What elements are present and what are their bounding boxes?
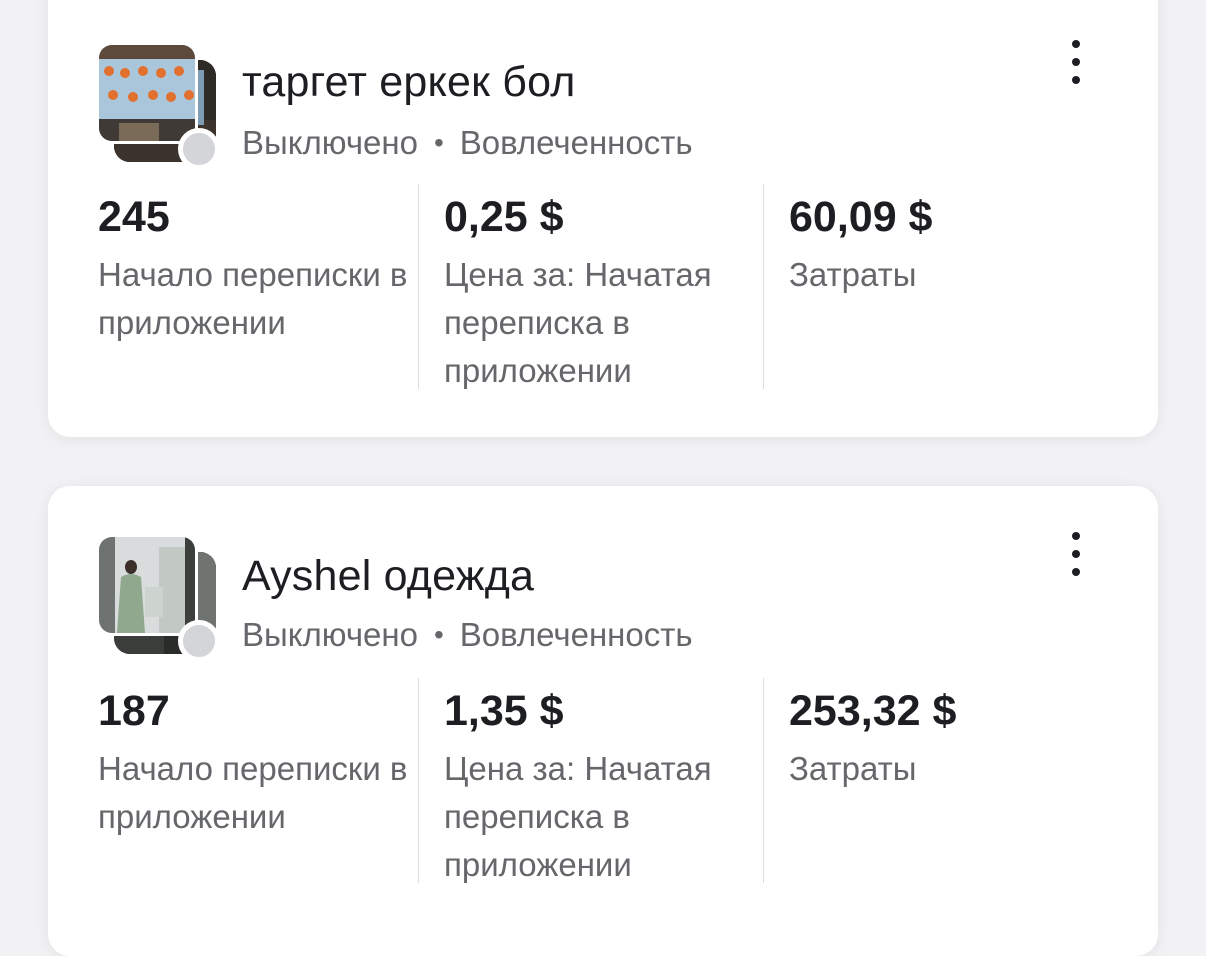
metrics-row: 187 Начало переписки в приложении 1,35 $… [48, 678, 1158, 888]
campaign-card[interactable]: таргет еркек бол Выключено • Вовлеченность… [48, 0, 1158, 437]
campaign-image [96, 42, 198, 144]
campaign-title[interactable]: таргет еркек бол [242, 58, 576, 107]
campaign-status: Выключено [242, 616, 418, 653]
metrics-row: 245 Начало переписки в приложении 0,25 $… [48, 184, 1158, 394]
campaign-card[interactable]: Ayshel одежда Выключено • Вовлеченность 18… [48, 486, 1158, 956]
metric-value: 187 [98, 687, 170, 735]
campaign-objective: Вовлеченность [459, 124, 693, 161]
more-vertical-icon[interactable] [1064, 40, 1088, 84]
separator-dot: • [433, 619, 444, 650]
metric-spend: 253,32 $ Затраты [763, 678, 1109, 883]
campaign-image [96, 534, 198, 636]
metric-value: 245 [98, 193, 170, 241]
metric-cost-per-result: 1,35 $ Цена за: Начатая переписка в прил… [418, 678, 764, 883]
metric-label: Цена за: Начатая переписка в приложении [444, 256, 712, 389]
campaign-objective: Вовлеченность [459, 616, 693, 653]
metric-label: Начало переписки в приложении [98, 256, 408, 341]
metric-label: Начало переписки в приложении [98, 750, 408, 835]
metric-cost-per-result: 0,25 $ Цена за: Начатая переписка в прил… [418, 184, 764, 389]
metric-value: 60,09 $ [789, 193, 933, 241]
status-off-indicator [178, 128, 220, 170]
metric-value: 1,35 $ [444, 687, 564, 735]
campaign-status: Выключено [242, 124, 418, 161]
more-vertical-icon[interactable] [1064, 532, 1088, 576]
campaign-thumbnail [96, 42, 220, 170]
separator-dot: • [433, 127, 444, 158]
campaign-title[interactable]: Ayshel одежда [242, 552, 534, 601]
campaign-thumbnail [96, 534, 220, 662]
metric-label: Затраты [789, 750, 917, 787]
campaign-subtitle: Выключено • Вовлеченность [242, 124, 693, 162]
metric-label: Цена за: Начатая переписка в приложении [444, 750, 712, 883]
metric-value: 253,32 $ [789, 687, 957, 735]
metric-label: Затраты [789, 256, 917, 293]
metric-spend: 60,09 $ Затраты [763, 184, 1109, 389]
campaign-subtitle: Выключено • Вовлеченность [242, 616, 693, 654]
status-off-indicator [178, 620, 220, 662]
metric-results: 245 Начало переписки в приложении [98, 184, 416, 389]
metric-value: 0,25 $ [444, 193, 564, 241]
metric-results: 187 Начало переписки в приложении [98, 678, 416, 883]
